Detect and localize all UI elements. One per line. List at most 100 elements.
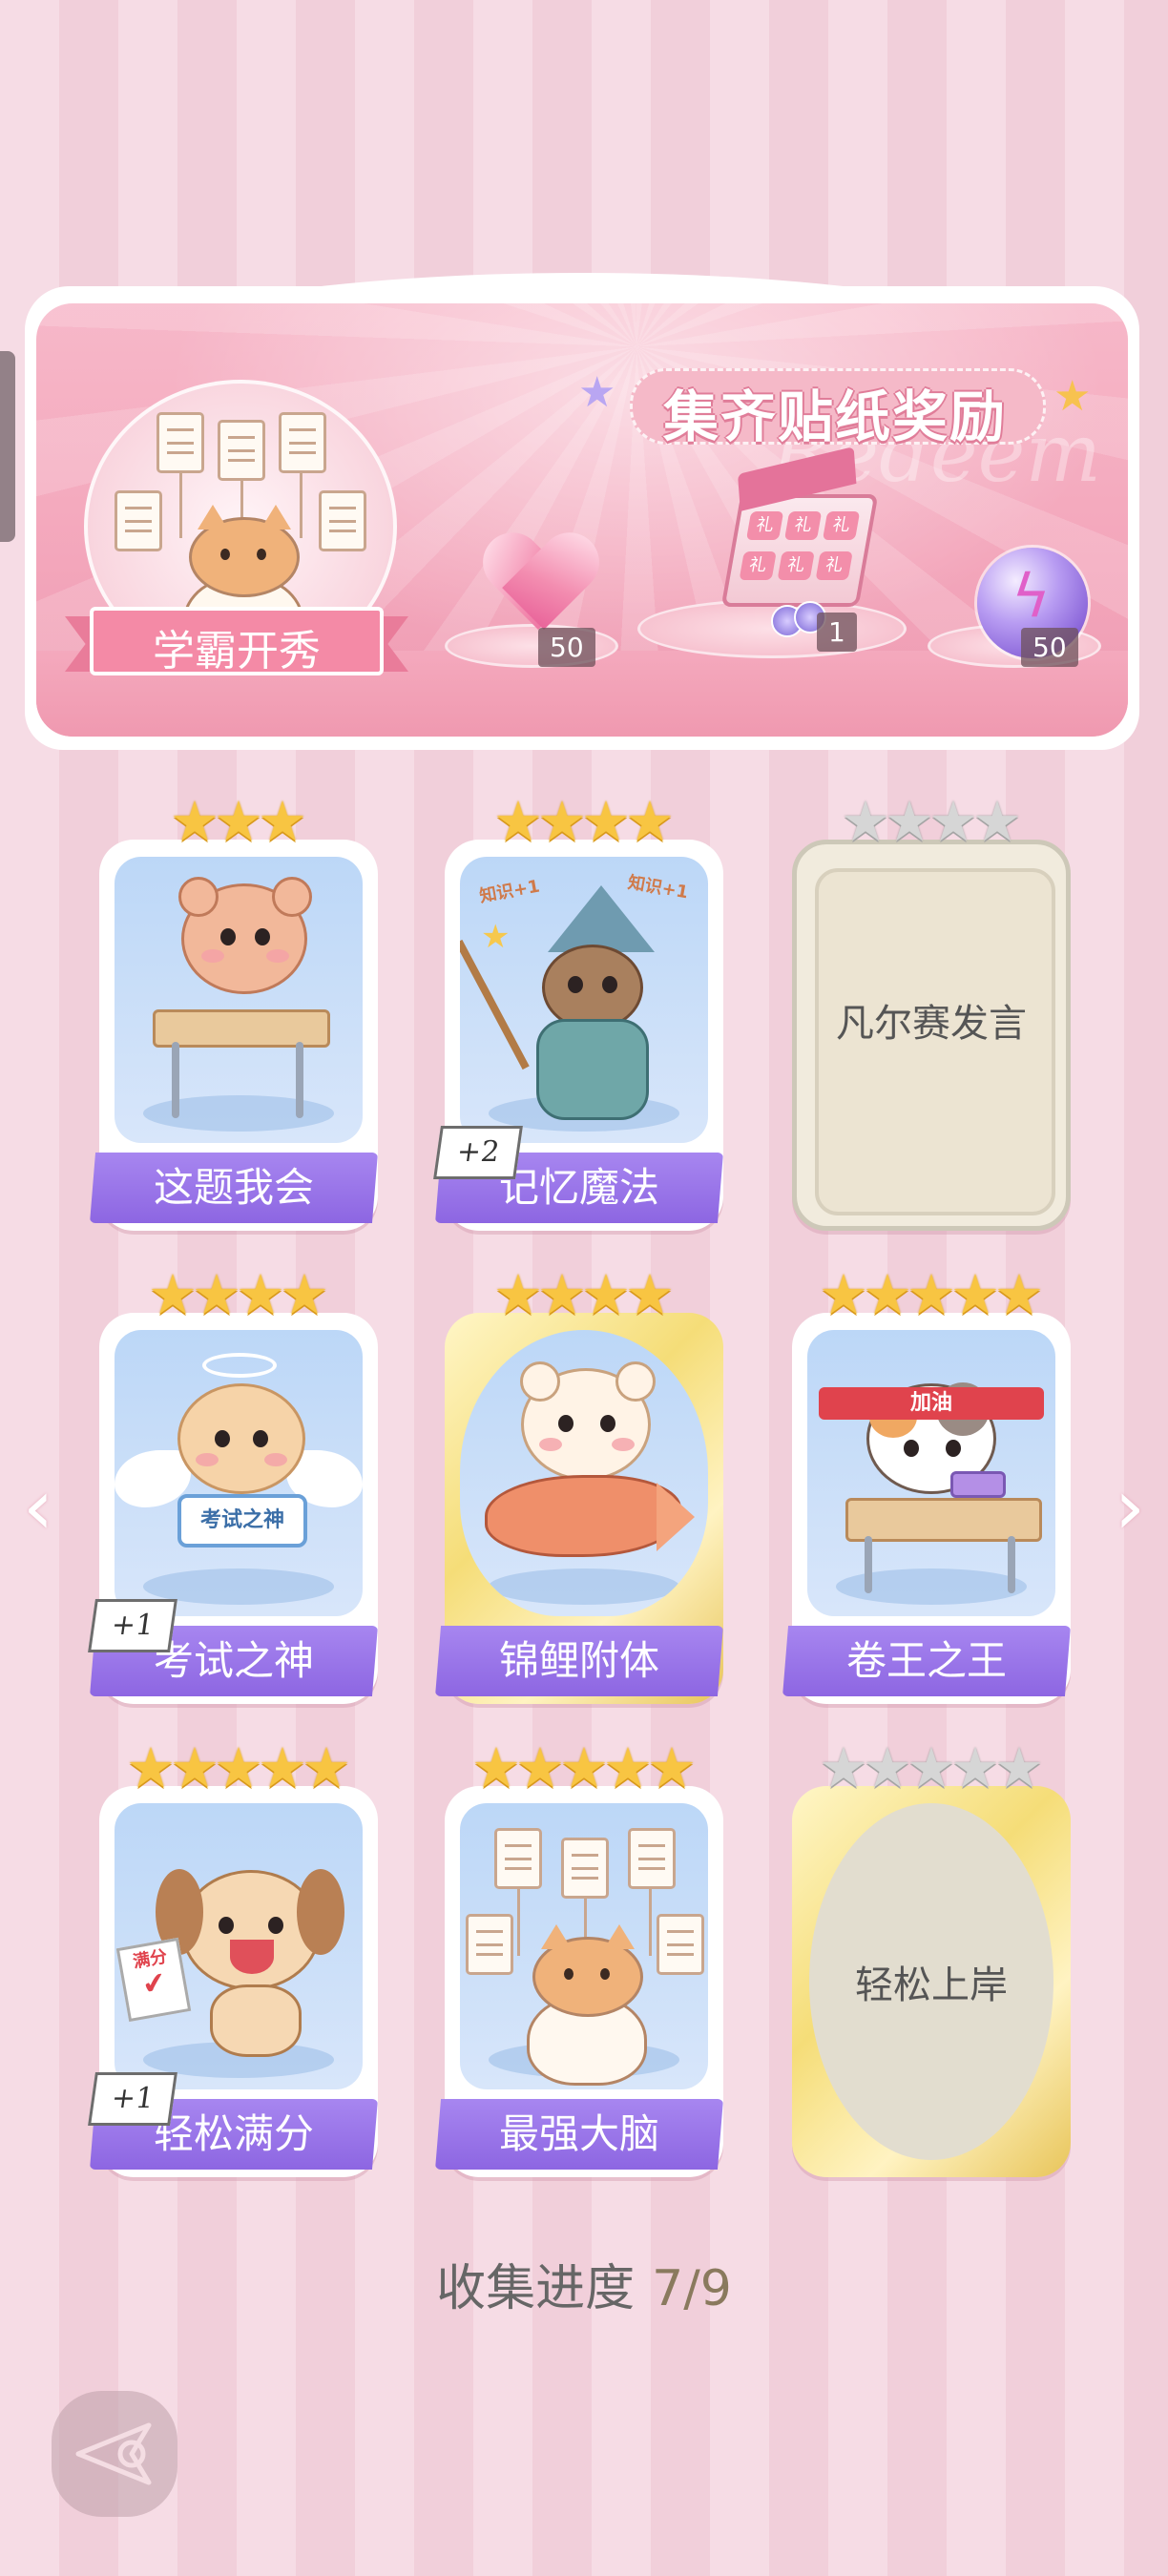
sticker-card[interactable]: ★★★★ 锦鲤附体 bbox=[435, 1267, 723, 1723]
star-icon: ★ bbox=[170, 789, 219, 854]
star-icon: ★ bbox=[471, 1735, 521, 1800]
sticker-art-angel-cat: 考试之神 bbox=[115, 1330, 363, 1616]
duplicate-count-badge: +1 bbox=[88, 1599, 177, 1652]
prev-page-chevron-icon[interactable]: ‹ bbox=[11, 1469, 65, 1546]
star-icon: ★ bbox=[537, 1262, 587, 1327]
star-icon: ★ bbox=[559, 1735, 609, 1800]
star-icon: ★ bbox=[863, 1262, 912, 1327]
star-icon: ★ bbox=[493, 789, 543, 854]
banner-title: 集齐贴纸奖励 bbox=[611, 359, 1059, 450]
document-icon bbox=[494, 1828, 542, 1889]
wizard-hat bbox=[548, 885, 655, 952]
star-icon: ★ bbox=[581, 1262, 631, 1327]
next-page-chevron-icon[interactable]: › bbox=[1103, 1469, 1157, 1546]
star-icon: ★ bbox=[258, 1735, 307, 1800]
sticker-art-bear-with-koi bbox=[460, 1330, 708, 1616]
star-icon: ★ bbox=[192, 1262, 241, 1327]
star-rating: ★★★★★ bbox=[792, 1267, 1071, 1322]
star-icon: ★ bbox=[907, 1735, 956, 1800]
sticker-name: 锦鲤附体 bbox=[435, 1626, 723, 1696]
document-icon bbox=[561, 1838, 609, 1899]
star-icon: ★ bbox=[126, 1735, 176, 1800]
star-icon: ★ bbox=[515, 1735, 565, 1800]
banner-title-text: 集齐贴纸奖励 bbox=[662, 384, 1007, 449]
star-icon: ★ bbox=[625, 789, 675, 854]
banner-panel: Redeem ★ ★ 集齐贴纸奖励 学霸开秀 50 礼 礼 礼 礼 礼 礼 1 … bbox=[36, 303, 1128, 737]
cat-mascot bbox=[189, 505, 300, 597]
bear-head bbox=[178, 877, 312, 994]
back-arrow-icon bbox=[75, 2422, 152, 2485]
duplicate-count-badge: +1 bbox=[88, 2072, 177, 2126]
sticker-name: 轻松上岸 bbox=[855, 1963, 1008, 2007]
sticker-name: 卷王之王 bbox=[782, 1626, 1071, 1696]
gift-box-icon[interactable]: 礼 礼 礼 礼 礼 礼 bbox=[720, 447, 879, 607]
star-icon: ★ bbox=[819, 1262, 868, 1327]
star-icon: ★ bbox=[537, 789, 587, 854]
sticker-card-locked[interactable]: ★★★★ 凡尔赛发言 bbox=[792, 794, 1071, 1250]
star-icon: ★ bbox=[819, 1735, 868, 1800]
sticker-card[interactable]: ★★★★★ 加油 卷王之王 bbox=[782, 1267, 1071, 1723]
back-button[interactable] bbox=[52, 2391, 177, 2517]
duplicate-count-badge: +2 bbox=[433, 1126, 523, 1179]
koi-fish-icon bbox=[485, 1475, 681, 1557]
document-icon bbox=[156, 412, 204, 473]
star-rating: ★★★★ bbox=[445, 794, 723, 849]
score-paper-icon: 满分 ✔ bbox=[115, 1937, 192, 2023]
star-icon: ★ bbox=[493, 1262, 543, 1327]
star-icon: ★ bbox=[950, 1262, 1000, 1327]
reward-count: 50 bbox=[538, 628, 595, 667]
document-icon bbox=[466, 1914, 513, 1975]
document-icon bbox=[279, 412, 326, 473]
star-rating: ★★★★ bbox=[445, 1267, 723, 1322]
collection-progress: 收集进度 7/9 bbox=[0, 2248, 1168, 2319]
star-icon: ★ bbox=[950, 1735, 1000, 1800]
star-icon: ★ bbox=[148, 1262, 198, 1327]
reward-pedestal bbox=[637, 599, 907, 666]
sticker-card[interactable]: ★★★ 这题我会 bbox=[90, 794, 378, 1250]
star-rating: ★★★★ bbox=[792, 794, 1071, 849]
sticker-art-cat-with-notes bbox=[460, 1803, 708, 2089]
star-rating: ★★★★★ bbox=[445, 1740, 723, 1796]
sticker-name: 最强大脑 bbox=[435, 2099, 723, 2170]
reward-banner: Redeem ★ ★ 集齐贴纸奖励 学霸开秀 50 礼 礼 礼 礼 礼 礼 1 … bbox=[25, 273, 1139, 750]
star-icon: ★ bbox=[994, 1262, 1044, 1327]
sticker-card[interactable]: ★★★★ 知识+1 知识+1 ★ +2 记忆魔法 bbox=[433, 794, 723, 1250]
side-drawer-tab[interactable] bbox=[0, 351, 15, 542]
star-icon: ★ bbox=[302, 1735, 351, 1800]
document-icon bbox=[319, 490, 366, 551]
sticker-card[interactable]: ★★★★★ 最强大脑 bbox=[435, 1740, 723, 2196]
book-icon bbox=[950, 1471, 1006, 1498]
star-icon: ★ bbox=[280, 1262, 329, 1327]
star-icon: ★ bbox=[581, 789, 631, 854]
sticker-art-wizard-otter: 知识+1 知识+1 ★ bbox=[460, 857, 708, 1143]
star-icon: ★ bbox=[170, 1735, 219, 1800]
star-rating: ★★★★ bbox=[99, 1267, 378, 1322]
star-icon: ★ bbox=[885, 789, 934, 854]
star-icon: ★ bbox=[603, 1735, 653, 1800]
star-rating: ★★★ bbox=[99, 794, 378, 849]
star-icon: ★ bbox=[928, 789, 978, 854]
star-icon: ★ bbox=[907, 1262, 956, 1327]
pink-heart-gem-icon[interactable] bbox=[485, 534, 597, 639]
document-icon bbox=[115, 490, 162, 551]
sticker-art-studying-cat: 加油 bbox=[807, 1330, 1055, 1616]
sticker-name: 这题我会 bbox=[90, 1153, 378, 1223]
star-icon: ★ bbox=[481, 918, 511, 956]
star-icon: ★ bbox=[625, 1262, 675, 1327]
sticker-card[interactable]: ★★★★★ 满分 ✔ +1 轻松满分 bbox=[88, 1740, 378, 2196]
sticker-art-puppy-full-score: 满分 ✔ bbox=[115, 1803, 363, 2089]
headband: 加油 bbox=[819, 1387, 1044, 1420]
featured-sticker-label: 学霸开秀 bbox=[65, 607, 408, 681]
sticker-card-locked[interactable]: ★★★★★ 轻松上岸 bbox=[792, 1740, 1071, 2196]
document-icon bbox=[218, 420, 265, 481]
star-rating: ★★★★★ bbox=[99, 1740, 378, 1796]
document-icon bbox=[657, 1914, 704, 1975]
progress-value: 7/9 bbox=[652, 2260, 732, 2317]
star-icon: ★ bbox=[994, 1735, 1044, 1800]
star-icon: ★ bbox=[258, 789, 307, 854]
star-icon: ★ bbox=[236, 1262, 285, 1327]
wizard-robe bbox=[536, 1019, 649, 1120]
sticker-card[interactable]: ★★★★ 考试之神 +1 考试之神 bbox=[88, 1267, 378, 1723]
halo-icon bbox=[202, 1353, 277, 1378]
sticker-art-bear-at-desk bbox=[115, 857, 363, 1143]
